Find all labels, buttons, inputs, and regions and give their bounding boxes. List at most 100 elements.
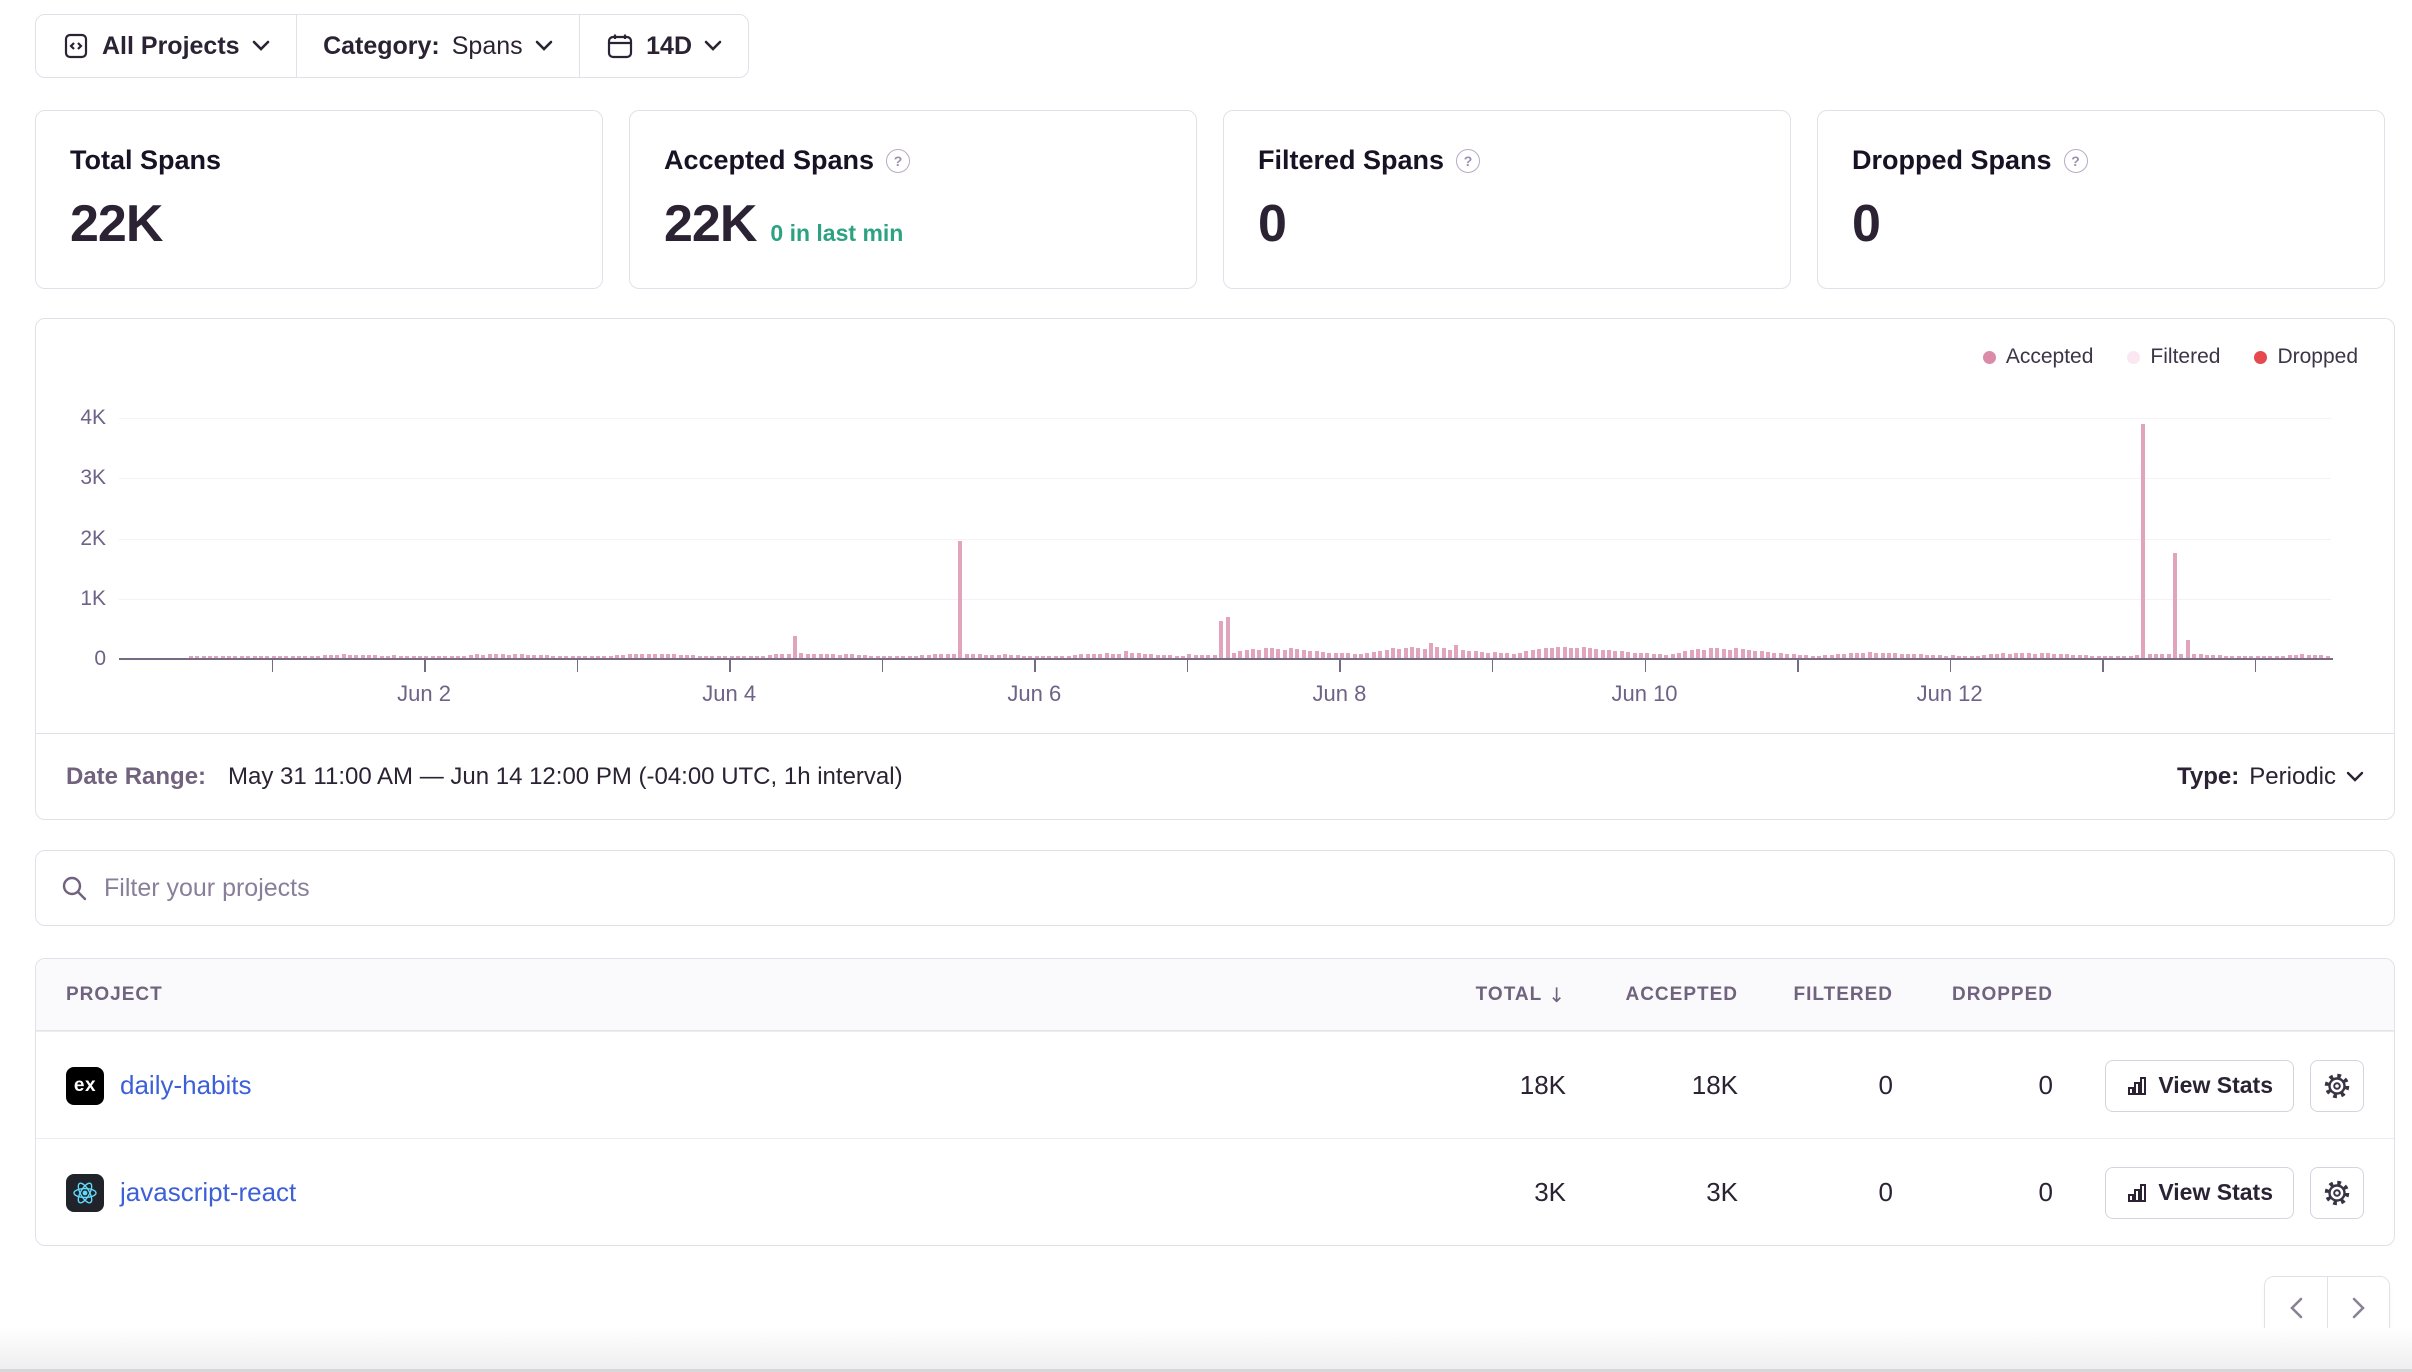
chevron-down-icon [2346,771,2364,783]
accepted-bar [1264,648,1268,658]
accepted-bar [1448,650,1452,658]
accepted-bar [1416,648,1420,658]
table-row: ex daily-habits 18K 18K 0 0 View Stats [36,1031,2394,1138]
x-axis-tick [1645,660,1647,672]
type-dropdown[interactable]: Type: Periodic [2177,763,2364,791]
accepted-bar [1219,621,1223,658]
accepted-bar [1728,650,1732,658]
accepted-bar [1276,649,1280,658]
accepted-bar [1461,650,1465,658]
legend-filtered[interactable]: Filtered [2127,345,2220,369]
bar-chart-icon [2126,1182,2148,1204]
window-bottom-strip [0,1328,2412,1372]
help-icon[interactable]: ? [2064,149,2088,173]
header-filtered[interactable]: FILTERED [1748,959,1893,1031]
x-axis-label: Jun 4 [702,681,756,707]
accepted-bar [1385,650,1389,658]
projects-icon [62,32,90,60]
x-axis-tick [1492,660,1494,672]
stat-title: Filtered Spans [1258,145,1444,176]
accepted-bar [1467,651,1471,658]
project-filter-dropdown[interactable]: All Projects [36,15,296,77]
accepted-bar [1556,647,1560,658]
help-icon[interactable]: ? [1456,149,1480,173]
header-total[interactable]: TOTAL ↓ [1416,959,1566,1031]
y-axis-tick: 4K [44,408,106,428]
accepted-bar [1315,651,1319,658]
category-dropdown[interactable]: Category: Spans [297,15,579,77]
stat-card-accepted: Accepted Spans ? 22K 0 in last min [629,110,1197,289]
header-project[interactable]: PROJECT [66,959,163,1031]
accepted-bar [1722,649,1726,658]
accepted-bar [1289,648,1293,658]
accepted-bar [1753,651,1757,658]
accepted-bar [1531,650,1535,658]
cell-dropped: 0 [1908,1139,2053,1246]
accepted-bar [1696,649,1700,658]
legend-dropped[interactable]: Dropped [2254,345,2358,369]
view-stats-button[interactable]: View Stats [2105,1060,2294,1112]
header-accepted[interactable]: ACCEPTED [1588,959,1738,1031]
x-axis-tick [2102,660,2104,672]
cell-accepted: 3K [1588,1139,1738,1246]
date-range-dropdown[interactable]: 14D [580,15,748,77]
accepted-bar [1423,649,1427,658]
accepted-bar [1620,651,1624,658]
stat-value: 22K [664,194,756,254]
x-axis-tick [729,660,731,672]
expo-platform-icon: ex [66,1067,104,1105]
cell-filtered: 0 [1748,1032,1893,1139]
accepted-bar [1378,651,1382,658]
accepted-bar [1238,651,1242,658]
stat-last-min: 0 in last min [770,220,903,247]
project-search-card [35,850,2395,926]
header-dropped[interactable]: DROPPED [1908,959,2053,1031]
accepted-bar [1524,651,1528,658]
date-range-value-text: May 31 11:00 AM — Jun 14 12:00 PM (-04:0… [228,763,903,791]
accepted-bar [1594,649,1598,658]
stat-card-total: Total Spans 22K [35,110,603,289]
project-link[interactable]: javascript-react [120,1177,296,1208]
accepted-bar [1715,648,1719,658]
legend-dot [2127,351,2140,364]
accepted-bar [1283,650,1287,658]
accepted-bar [1454,645,1458,658]
legend-accepted[interactable]: Accepted [1983,345,2094,369]
project-settings-button[interactable] [2310,1060,2364,1112]
chart-legend: Accepted Filtered Dropped [1983,345,2358,369]
accepted-bar [1607,650,1611,658]
accepted-bar [1741,649,1745,658]
search-input[interactable] [104,874,2370,903]
stat-title: Total Spans [70,145,221,176]
x-axis-tick [1034,660,1036,672]
project-link[interactable]: daily-habits [120,1070,252,1101]
react-platform-icon [66,1174,104,1212]
stat-value: 22K [70,194,162,254]
accepted-bar [1683,651,1687,658]
chevron-down-icon [252,40,270,52]
view-stats-button[interactable]: View Stats [2105,1167,2294,1219]
accepted-bar [1251,649,1255,658]
chevron-right-icon [2351,1296,2367,1320]
accepted-bar [1245,650,1249,658]
accepted-bar [1537,649,1541,658]
accepted-bar [1226,617,1230,658]
accepted-bar [1702,650,1706,658]
help-icon[interactable]: ? [886,149,910,173]
accepted-bar [1588,648,1592,658]
cell-total: 18K [1416,1032,1566,1139]
accepted-bar [1569,648,1573,658]
chevron-down-icon [535,40,553,52]
accepted-bar [1442,648,1446,658]
x-axis-line [119,658,2333,660]
category-value: Spans [452,32,523,61]
accepted-bar [1435,647,1439,658]
y-axis-tick: 2K [44,529,106,549]
calendar-icon [606,32,634,60]
x-axis-tick [1797,660,1799,672]
y-axis-tick: 3K [44,468,106,488]
legend-dot [1983,351,1996,364]
project-settings-button[interactable] [2310,1167,2364,1219]
x-axis-tick [2255,660,2257,672]
table-row: javascript-react 3K 3K 0 0 View Stats [36,1138,2394,1245]
